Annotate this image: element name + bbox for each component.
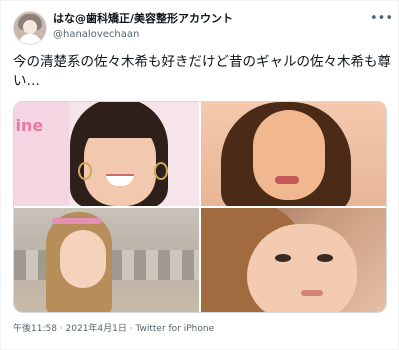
photo-3-face [60,230,106,288]
user-handle[interactable]: @hanalovechaan [53,28,233,42]
avatar-face [23,20,37,34]
photo-1-earring-left [78,162,92,180]
tweet-source[interactable]: Twitter for iPhone [135,324,214,334]
avatar-body [19,34,41,44]
photo-2-lips [275,176,299,184]
avatar[interactable] [13,11,47,45]
meta-separator-1: · [56,324,66,334]
photo-4-eye-left [275,254,291,262]
tweet-date[interactable]: 2021年4月1日 [66,324,127,334]
photo-3-hairband [52,218,102,224]
user-names: はな@歯科矯正/美容整形アカウント @hanalovechaan [53,12,233,42]
photo-1[interactable]: line [14,102,199,206]
media-grid: line [13,101,387,313]
display-name[interactable]: はな@歯科矯正/美容整形アカウント [53,12,233,26]
tweet-time[interactable]: 午後11:58 [13,324,57,334]
photo-4-lips [301,290,323,296]
photo-3[interactable] [14,208,199,312]
photo-2-face [253,110,325,200]
photo-1-logo-text: line [14,116,44,135]
tweet-card: はな@歯科矯正/美容整形アカウント @hanalovechaan ••• 今の清… [0,0,399,350]
photo-1-bangs [80,108,160,138]
photo-4-face [247,224,357,312]
tweet-text: 今の清楚系の佐々木希も好きだけど昔のギャルの佐々木希も尊い… [13,54,391,89]
photo-4-eye-right [317,254,333,262]
photo-4[interactable] [201,208,386,312]
more-options-icon[interactable]: ••• [370,12,393,27]
photo-1-earring-right [154,162,168,180]
tweet-meta: 午後11:58 · 2021年4月1日 · Twitter for iPhone [13,323,214,335]
tweet-header: はな@歯科矯正/美容整形アカウント @hanalovechaan ••• [13,11,393,45]
photo-2[interactable] [201,102,386,206]
